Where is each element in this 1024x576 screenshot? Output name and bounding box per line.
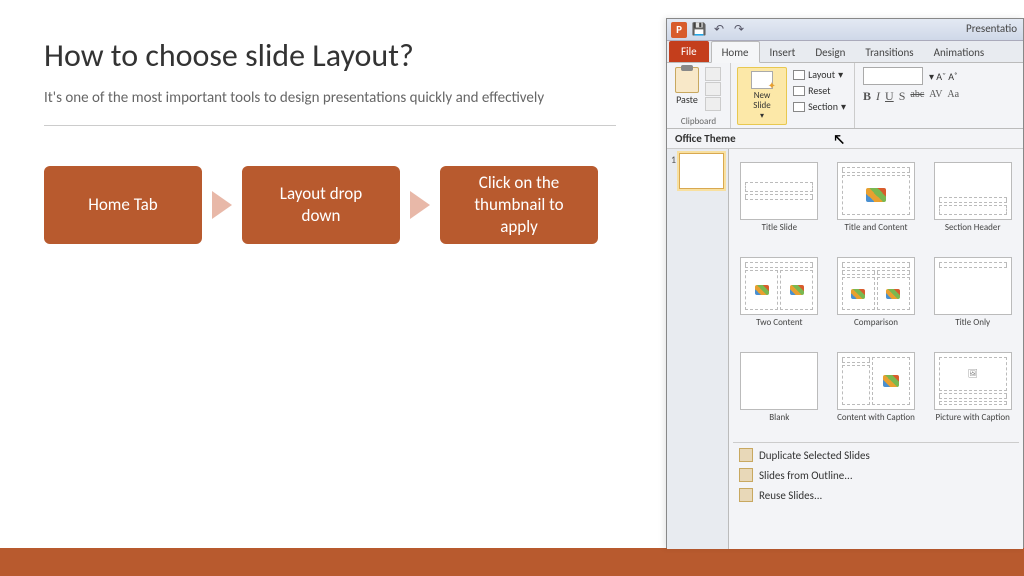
arrow-icon — [410, 191, 430, 219]
ribbon: Paste Clipboard New Slide ▾ Layout ▾ — [667, 63, 1023, 129]
step-click-thumbnail: Click on the thumbnail to apply — [440, 166, 598, 244]
section-icon — [793, 102, 805, 112]
spacing-button[interactable]: AV — [929, 89, 942, 104]
layout-button[interactable]: Layout ▾ — [791, 67, 848, 82]
quick-access-toolbar: P 💾 ↶ ↷ Presentatio — [667, 19, 1023, 41]
powerpoint-window: P 💾 ↶ ↷ Presentatio File Home Insert Des… — [666, 18, 1024, 548]
reuse-slides[interactable]: Reuse Slides... — [733, 485, 1019, 505]
layout-icon — [793, 70, 805, 80]
save-icon[interactable]: 💾 — [691, 22, 707, 38]
layout-title-content[interactable]: Title and Content — [830, 157, 923, 248]
slide-preview — [679, 153, 724, 189]
steps-row: Home Tab Layout drop down Click on the t… — [44, 166, 616, 244]
tab-transitions[interactable]: Transitions — [855, 42, 923, 62]
reuse-icon — [739, 488, 753, 502]
footer-bar — [0, 548, 1024, 576]
layout-comparison[interactable]: Comparison — [830, 252, 923, 343]
cut-icon[interactable] — [705, 67, 721, 81]
format-painter-icon[interactable] — [705, 97, 721, 111]
paste-button[interactable]: Paste — [671, 65, 703, 113]
outline-icon — [739, 468, 753, 482]
italic-button[interactable]: I — [876, 89, 880, 104]
redo-icon[interactable]: ↷ — [731, 22, 747, 38]
tab-design[interactable]: Design — [805, 42, 855, 62]
undo-icon[interactable]: ↶ — [711, 22, 727, 38]
layout-title-only[interactable]: Title Only — [926, 252, 1019, 343]
slides-from-outline[interactable]: Slides from Outline... — [733, 465, 1019, 485]
slide-number: 1 — [671, 153, 676, 189]
tab-animations[interactable]: Animations — [924, 42, 995, 62]
reset-button[interactable]: Reset — [791, 83, 848, 98]
cursor-icon: ↖ — [833, 131, 845, 148]
layout-gallery: Title Slide Title and Content Section He… — [729, 149, 1023, 549]
duplicate-slides[interactable]: Duplicate Selected Slides — [733, 445, 1019, 465]
layout-content-caption[interactable]: Content with Caption — [830, 347, 923, 438]
theme-header: Office Theme ↖ — [667, 129, 1023, 149]
layout-section-header[interactable]: Section Header — [926, 157, 1019, 248]
layout-blank[interactable]: Blank — [733, 347, 826, 438]
paste-label: Paste — [676, 93, 698, 106]
app-icon[interactable]: P — [671, 22, 687, 38]
chart-icon — [866, 188, 886, 202]
layout-two-content[interactable]: Two Content — [733, 252, 826, 343]
step-home-tab: Home Tab — [44, 166, 202, 244]
ribbon-tabs: File Home Insert Design Transitions Anim… — [667, 41, 1023, 63]
tab-home[interactable]: Home — [711, 41, 760, 63]
case-button[interactable]: Aa — [947, 89, 959, 104]
reset-icon — [793, 86, 805, 96]
window-title: Presentatio — [966, 22, 1017, 35]
tab-file[interactable]: File — [669, 41, 709, 62]
tab-insert[interactable]: Insert — [760, 42, 806, 62]
section-button[interactable]: Section ▾ — [791, 99, 848, 114]
font-select[interactable] — [863, 67, 923, 85]
copy-icon[interactable] — [705, 82, 721, 96]
arrow-icon — [212, 191, 232, 219]
font-size-controls[interactable]: ▾ Aˇ A˚ — [929, 70, 957, 83]
new-slide-label: New Slide — [744, 91, 780, 111]
strike-button[interactable]: S — [899, 89, 906, 104]
divider — [44, 125, 616, 126]
layout-picture-caption[interactable]: 🖼 Picture with Caption — [926, 347, 1019, 438]
shadow-button[interactable]: abc — [910, 89, 924, 104]
layout-title-slide[interactable]: Title Slide — [733, 157, 826, 248]
slide-subtitle: It's one of the most important tools to … — [44, 89, 616, 107]
clipboard-group-label: Clipboard — [667, 116, 730, 127]
slide-icon — [751, 71, 773, 89]
slide-thumbnails-panel: 1 — [667, 149, 729, 549]
new-slide-button[interactable]: New Slide ▾ — [737, 67, 787, 125]
clipboard-icon — [675, 67, 699, 93]
bold-button[interactable]: B — [863, 89, 871, 104]
underline-button[interactable]: U — [885, 89, 894, 104]
duplicate-icon — [739, 448, 753, 462]
slide-thumbnail[interactable]: 1 — [671, 153, 724, 189]
step-layout-dropdown: Layout drop down — [242, 166, 400, 244]
slide-title: How to choose slide Layout? — [44, 36, 616, 75]
